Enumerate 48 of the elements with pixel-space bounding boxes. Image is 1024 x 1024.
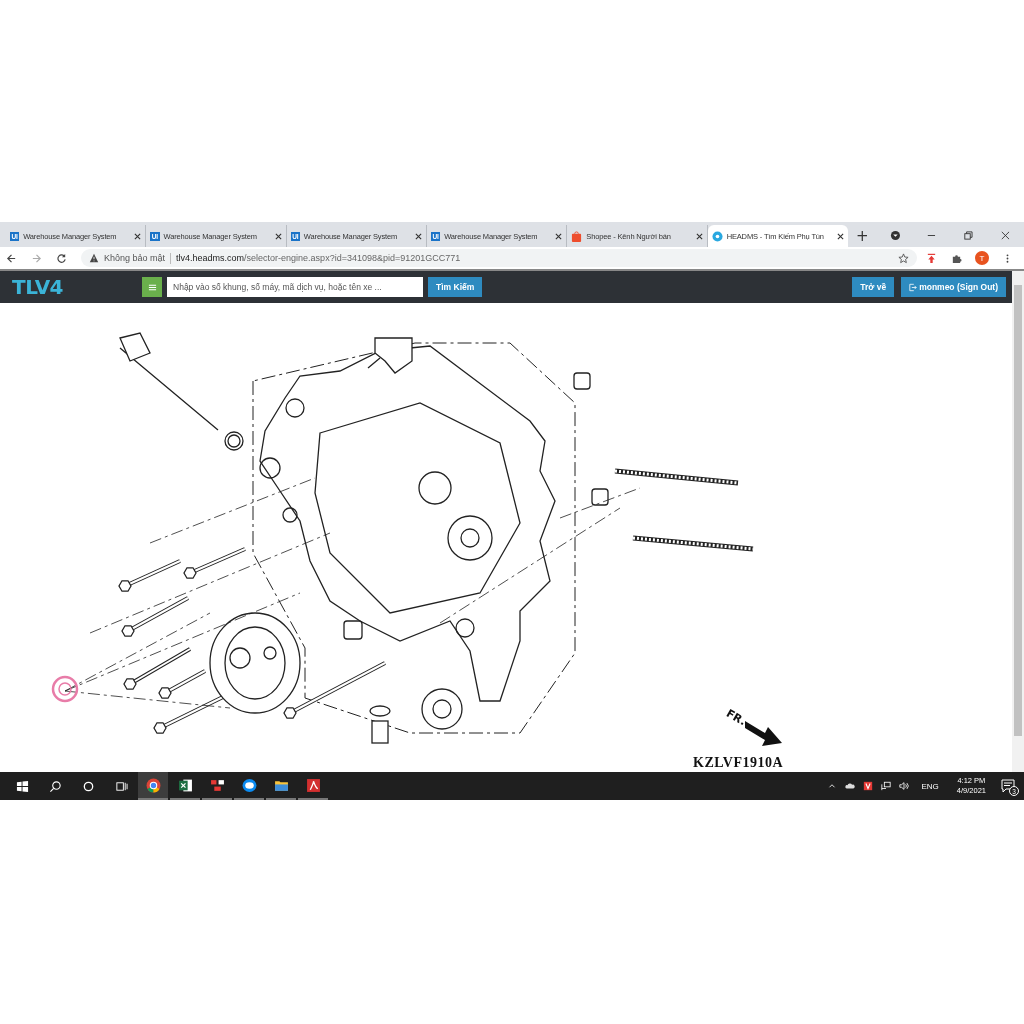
close-icon[interactable] [1000, 230, 1011, 241]
restore-icon[interactable] [963, 230, 975, 241]
language-indicator[interactable]: ENG [921, 781, 939, 791]
close-icon[interactable] [836, 232, 844, 240]
speaker-icon[interactable] [899, 781, 910, 791]
sign-out-button[interactable]: monmeo (Sign Out) [901, 277, 1006, 297]
sign-out-icon [909, 282, 918, 292]
app-icon [209, 777, 225, 793]
browser-icon [145, 777, 161, 793]
chat-icon [241, 777, 257, 793]
diagram-code: KZLVF1910A [693, 755, 784, 771]
direction-label: FR. [724, 706, 749, 729]
taskbar-app[interactable] [138, 772, 168, 800]
globe-icon [711, 230, 723, 242]
cloud-icon[interactable] [845, 781, 856, 791]
menu-icon [147, 282, 157, 292]
upload-icon[interactable] [926, 252, 937, 264]
search-field[interactable]: Nhập vào số khung, số máy, mã dịch vụ, hoặc tên xe ... [167, 277, 424, 297]
new-tab-button[interactable]: + [847, 225, 877, 247]
back-button[interactable]: Trở về [852, 277, 895, 297]
message-icon [1001, 779, 1015, 793]
scrollbar[interactable] [1012, 271, 1024, 772]
windows-start-icon[interactable] [16, 779, 29, 793]
profile-avatar[interactable]: T [975, 251, 989, 265]
logo: TLV4 [12, 275, 64, 299]
reload-icon[interactable] [56, 252, 67, 264]
close-icon[interactable] [555, 232, 563, 240]
close-icon[interactable] [134, 232, 142, 240]
search-icon[interactable] [49, 779, 62, 793]
close-icon[interactable] [274, 232, 282, 240]
scrollbar-thumb[interactable] [1014, 285, 1022, 736]
network-icon[interactable] [881, 781, 892, 791]
star-icon[interactable] [898, 252, 909, 264]
search-button[interactable]: Tìm Kiếm [428, 277, 483, 297]
shopping-bag-icon [571, 230, 583, 242]
address-field[interactable]: Không bảo mật tlv4.headms.com/selector-engine.aspx?id=341098&pid=91201GCC771 [81, 249, 917, 267]
shield-icon[interactable] [863, 781, 874, 791]
close-icon[interactable] [695, 232, 703, 240]
back-arrow-icon[interactable] [6, 252, 17, 264]
puzzle-icon[interactable] [951, 252, 962, 264]
warning-icon [89, 253, 99, 263]
close-icon[interactable] [415, 232, 422, 240]
pdf-icon [305, 777, 321, 793]
spreadsheet-icon [177, 777, 193, 793]
task-view-icon[interactable] [115, 779, 128, 793]
menu-button[interactable] [142, 277, 163, 297]
cortana-icon[interactable] [82, 779, 95, 793]
dropdown-icon[interactable] [889, 230, 901, 241]
